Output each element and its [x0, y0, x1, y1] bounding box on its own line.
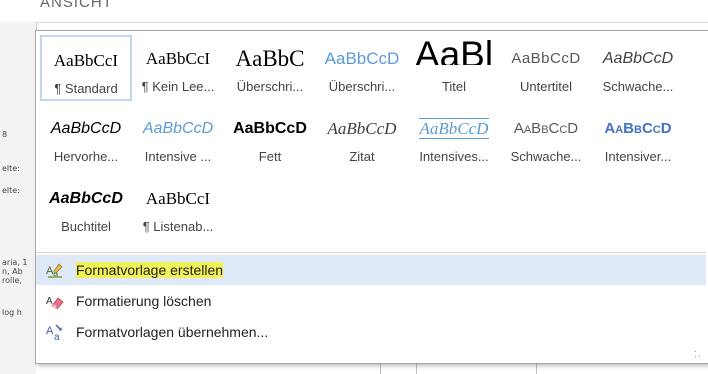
style-preview: AaBbCcD [49, 190, 123, 207]
menu-separator [36, 252, 706, 253]
style-tile[interactable]: AaBl Titel [408, 35, 500, 101]
style-tile[interactable]: AaBbCcI ¶ Kein Lee... [132, 35, 224, 101]
style-tile[interactable]: AaBbCcI ¶ Standard [40, 35, 132, 101]
style-name: Zitat [349, 149, 375, 164]
style-preview: AaBbCcD [233, 120, 307, 137]
style-name: ¶ Kein Lee... [141, 79, 215, 94]
style-tile[interactable]: AaBbCcD Untertitel [500, 35, 592, 101]
style-preview: AaBbCcI [145, 189, 211, 208]
apply-styles-label: Formatvorlagen übernehmen... [76, 324, 269, 340]
background-left-panel: 8 elte: elte: aria, 1 n, Ab rolle, log h [0, 22, 37, 374]
style-name: Überschri... [236, 79, 304, 94]
create-style-menu-item[interactable]: A a Formatvorlage erstellen [36, 255, 706, 285]
style-name: Fett [258, 149, 282, 164]
style-tile[interactable]: AaBbCcD Buchtitel [40, 175, 132, 241]
style-tile[interactable]: AaBbCcD Intensives... [408, 105, 500, 171]
style-name: Schwache... [510, 149, 582, 164]
left-fragment: elte: [2, 186, 20, 195]
style-tile[interactable]: AaBbCcD Fett [224, 105, 316, 171]
style-preview: AaBbC [235, 46, 305, 71]
style-tile[interactable]: AaBbCcD Überschri... [316, 35, 408, 101]
style-name: Überschri... [328, 79, 396, 94]
left-fragment: elte: [2, 164, 20, 173]
style-tile[interactable]: AaBbCcD Zitat [316, 105, 408, 171]
clear-formatting-menu-item[interactable]: A Formatierung löschen [36, 286, 706, 316]
left-fragment: n, Ab [2, 267, 23, 276]
style-tile[interactable]: AaBbCcD Intensive ... [132, 105, 224, 171]
style-name: ¶ Standard [54, 81, 118, 96]
style-preview: AaBbCcI [145, 49, 211, 68]
apply-styles-menu-item[interactable]: A a Formatvorlagen übernehmen... [36, 317, 706, 347]
left-fragment: log h [2, 308, 22, 317]
style-tile[interactable]: AaBbCcD Intensiver... [592, 105, 684, 171]
svg-text:A: A [46, 325, 54, 337]
apply-styles-icon: A a [46, 324, 62, 341]
style-preview: AaBbCcD [511, 50, 581, 67]
style-name: Buchtitel [61, 219, 111, 234]
style-preview: AaBbCcD [324, 49, 400, 68]
style-name: Intensive ... [144, 149, 212, 164]
style-name: Titel [441, 79, 467, 94]
style-tile[interactable]: AaBbCcD Hervorhe... [40, 105, 132, 171]
style-preview: AaBbCcD [604, 120, 672, 137]
left-fragment: 8 [2, 130, 8, 139]
style-preview: AaBbCcD [513, 120, 579, 137]
style-tile[interactable]: AaBbCcD Schwache... [592, 35, 684, 101]
style-name: Untertitel [519, 79, 573, 94]
create-style-icon: A a [46, 263, 63, 278]
style-tile[interactable]: AaBbC Überschri... [224, 35, 316, 101]
style-preview: AaBbCcD [50, 120, 122, 137]
eraser-icon: A [46, 296, 64, 310]
style-tile[interactable]: AaBbCcI ¶ Listenab... [132, 175, 224, 241]
style-name: Hervorhe... [53, 149, 119, 164]
style-preview: AaBbCcD [418, 118, 490, 139]
style-preview: AaBbCcD [602, 50, 674, 67]
style-preview: AaBbCcD [142, 120, 214, 137]
style-name: ¶ Listenab... [142, 219, 214, 234]
style-name: Schwache... [602, 79, 674, 94]
style-preview: AaBbCcI [53, 51, 119, 70]
ribbon-tab-ansicht[interactable]: ANSICHT [40, 0, 113, 11]
background-ribbon-bar: ANSICHT [0, 0, 708, 23]
style-preview: AaBl [414, 37, 494, 65]
style-name: Intensives... [419, 149, 489, 164]
style-preview: AaBbCcD [327, 119, 397, 138]
left-fragment: aria, 1 [2, 258, 28, 267]
svg-text:A: A [46, 296, 53, 307]
svg-text:a: a [54, 332, 60, 341]
style-gallery-popup: AaBbCcI ¶ Standard AaBbCcI ¶ Kein Lee... AaB… [35, 30, 708, 364]
style-tile[interactable]: AaBbCcD Schwache... [500, 105, 592, 171]
style-name: Intensiver... [604, 149, 672, 164]
create-style-label: Formatvorlage erstellen [76, 262, 224, 278]
clear-formatting-label: Formatierung löschen [76, 293, 212, 309]
left-fragment: rolle, [2, 276, 22, 285]
resize-grip-icon[interactable]: · ·· [694, 347, 702, 361]
